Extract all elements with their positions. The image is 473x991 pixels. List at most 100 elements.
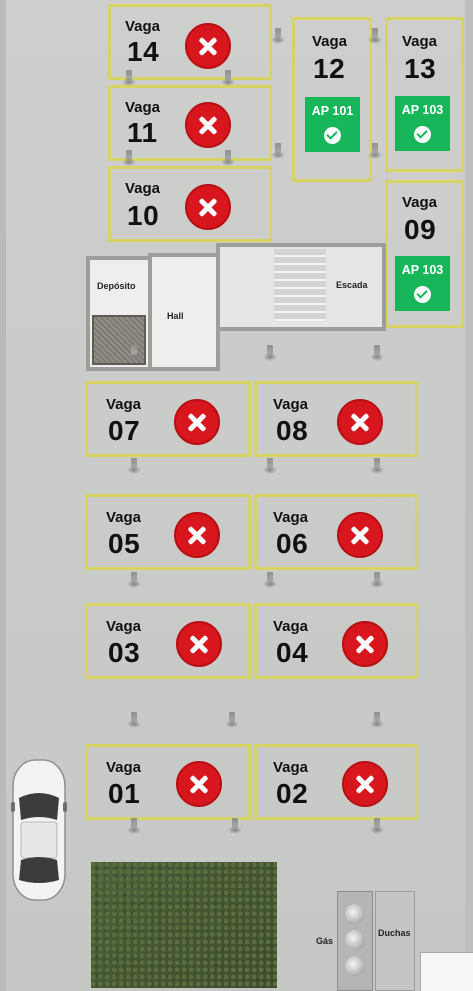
deposito-label: Depósito [97,281,136,291]
ceiling-lamp-icon [122,70,136,86]
ceiling-lamp-icon [370,818,384,834]
ceiling-lamp-icon [263,572,277,588]
ceiling-lamp-icon [127,818,141,834]
spot-label: Vaga [125,18,161,35]
ceiling-lamp-icon [221,150,235,166]
stairs [274,249,326,321]
check-circle-icon [414,126,431,143]
ceiling-lamp-icon [221,70,235,86]
car-icon [11,759,67,901]
spot-12[interactable]: Vaga 12 AP 101 [292,17,372,182]
red-x-icon [176,621,222,667]
corner-block [420,952,473,991]
red-x-icon [342,761,388,807]
spot-number: 05 [108,528,141,559]
spot-number: 01 [108,778,141,809]
ceiling-lamp-icon [271,143,285,159]
ceiling-lamp-icon [263,458,277,474]
red-x-icon [185,23,231,69]
ceiling-lamp-icon [368,143,382,159]
spot-04[interactable]: Vaga 04 [254,603,418,679]
ceiling-lamp-icon [127,572,141,588]
gas-shower-area [337,891,415,991]
red-x-icon [174,512,220,558]
ceiling-lamp-icon [127,458,141,474]
assigned-apartment: AP 103 [401,263,444,277]
duchas-label: Duchas [378,928,411,938]
spot-number: 06 [276,528,309,559]
spot-label: Vaga [106,509,142,526]
spot-05[interactable]: Vaga 05 [85,494,251,570]
check-circle-icon [324,127,341,144]
ceiling-lamp-icon [370,712,384,728]
spot-number: 11 [127,117,158,148]
red-x-icon [176,761,222,807]
spot-number: 12 [313,53,346,84]
assigned-apartment: AP 101 [311,104,354,118]
ceiling-lamp-icon [368,28,382,44]
spot-number: 10 [127,200,160,231]
red-x-icon [337,399,383,445]
spot-label: Vaga [125,99,161,116]
spot-label: Vaga [106,618,142,635]
ceiling-lamp-icon [370,572,384,588]
ceiling-lamp-icon [370,345,384,361]
red-x-icon [337,512,383,558]
spot-02[interactable]: Vaga 02 [254,744,418,820]
spot-number: 02 [276,778,309,809]
spot-13[interactable]: Vaga 13 AP 103 [385,17,464,172]
assigned-badge: AP 103 [395,96,450,151]
spot-label: Vaga [273,509,309,526]
spot-number: 14 [127,36,160,67]
spot-label: Vaga [402,33,438,50]
gas-cylinder-icon [345,930,365,950]
spot-number: 07 [108,415,141,446]
ceiling-lamp-icon [225,712,239,728]
ceiling-lamp-icon [228,818,242,834]
ceiling-lamp-icon [370,458,384,474]
spot-number: 03 [108,637,141,668]
spot-01[interactable]: Vaga 01 [85,744,251,820]
spot-08[interactable]: Vaga 08 [254,381,418,457]
shower-wall [375,891,415,991]
spot-09[interactable]: Vaga 09 AP 103 [385,180,464,328]
spot-07[interactable]: Vaga 07 [85,381,251,457]
left-wall [0,0,6,991]
red-x-icon [174,399,220,445]
hall-label: Hall [167,311,184,321]
red-x-icon [185,102,231,148]
spot-label: Vaga [273,618,309,635]
spot-10[interactable]: Vaga 10 [108,166,272,242]
red-x-icon [185,184,231,230]
spot-label: Vaga [106,759,142,776]
gas-cylinder-icon [345,956,365,976]
assigned-badge: AP 103 [395,256,450,311]
spot-label: Vaga [312,33,348,50]
ceiling-lamp-icon [263,345,277,361]
check-circle-icon [414,286,431,303]
red-x-icon [342,621,388,667]
ceiling-lamp-icon [122,150,136,166]
ceiling-lamp-icon [127,345,141,361]
spot-number: 08 [276,415,309,446]
right-wall [465,0,473,991]
spot-03[interactable]: Vaga 03 [85,603,251,679]
garden-area [91,862,277,988]
spot-label: Vaga [125,180,161,197]
spot-label: Vaga [106,396,142,413]
spot-label: Vaga [402,194,438,211]
assigned-apartment: AP 103 [401,103,444,117]
ceiling-lamp-icon [271,28,285,44]
assigned-badge: AP 101 [305,97,360,152]
spot-number: 04 [276,637,309,668]
gas-label: Gás [316,936,334,946]
spot-14[interactable]: Vaga 14 [108,4,272,80]
spot-number: 09 [404,214,437,245]
hall-room [148,253,220,371]
spot-06[interactable]: Vaga 06 [254,494,418,570]
gas-cylinder-icon [345,904,365,924]
ceiling-lamp-icon [127,712,141,728]
spot-label: Vaga [273,759,309,776]
escada-label: Escada [336,280,368,290]
spot-number: 13 [404,53,437,84]
